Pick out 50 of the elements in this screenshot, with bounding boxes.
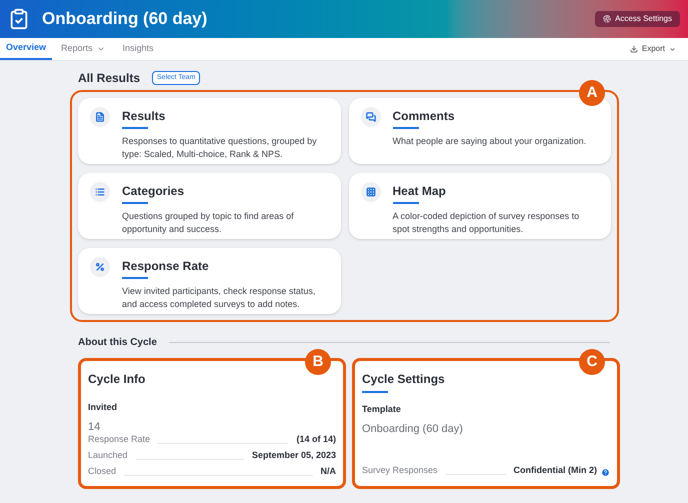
access-settings-button[interactable]: Access Settings [595, 11, 680, 27]
feature-card[interactable]: Categories Questions grouped by topic to find areas of opportunity and success. [78, 173, 340, 239]
feature-card[interactable]: Comments What people are saying about your organization. [348, 98, 611, 164]
row-label: Launched [88, 448, 128, 462]
document-icon [95, 112, 105, 122]
nav-tab[interactable]: Insights [114, 38, 163, 60]
section-title: About this Cycle [78, 336, 157, 350]
clipboard-check-icon [8, 8, 30, 30]
nav-tab[interactable]: Reports [52, 38, 114, 60]
card-title: Heat Map [392, 183, 447, 199]
card-description: Responses to quantitative questions, grouped by type: Scaled, Multi-choice, Rank & NPS. [122, 135, 318, 161]
field-value: Onboarding (60 day) [362, 422, 464, 436]
list-icon [95, 187, 105, 197]
percent-icon [95, 262, 105, 272]
row-label: Closed [88, 464, 116, 478]
field-value: 14 [88, 420, 102, 434]
feature-card[interactable]: Heat Map A color-coded depiction of survey responses to spot strengths and opportunities. [348, 173, 611, 239]
row-label: Survey Responses [362, 464, 438, 477]
row-value: Confidential (Min 2) [514, 464, 597, 477]
export-button[interactable]: Export [618, 38, 688, 60]
section-title: All Results [78, 70, 140, 87]
row-label: Response Rate [88, 432, 150, 446]
card-title: Categories [122, 183, 186, 199]
callout-badge: B [305, 349, 331, 375]
nav-tab[interactable]: Overview [0, 38, 52, 60]
card-description: View invited participants, check response status, and access completed surveys to add notes. [122, 285, 316, 311]
feature-card[interactable]: Response Rate View invited participants, check response status, and access completed surveys to add notes. [78, 248, 340, 314]
field-label: Invited [88, 401, 118, 414]
row-value: N/A [320, 464, 336, 478]
download-icon [630, 45, 638, 53]
card-description: What people are saying about your organization. [392, 135, 588, 148]
grid-icon [366, 187, 376, 197]
card-title: Comments [392, 108, 456, 124]
fingerprint-icon [603, 15, 612, 23]
card-title: Results [122, 108, 166, 124]
feature-card[interactable]: Results Responses to quantitative questions, grouped by type: Scaled, Multi-choice, Rank & NPS. [78, 98, 340, 164]
card-description: Questions grouped by topic to find areas of opportunity and success. [122, 210, 295, 236]
caret-icon [669, 46, 676, 52]
chat-bubbles-icon [366, 112, 376, 122]
page-title: Onboarding (60 day) [42, 8, 208, 30]
panel-title: Cycle Info [88, 371, 146, 388]
row-value: (14 of 14) [296, 432, 336, 446]
callout-badge: A [579, 80, 605, 106]
panel-title: Cycle Settings [362, 371, 446, 388]
card-description: A color-coded depiction of survey responses to spot strengths and opportunities. [392, 210, 580, 236]
row-value: September 05, 2023 [252, 448, 336, 462]
help-icon[interactable] [601, 468, 610, 477]
field-label: Template [362, 403, 402, 416]
card-title: Response Rate [122, 258, 210, 274]
callout-badge: C [579, 349, 605, 375]
